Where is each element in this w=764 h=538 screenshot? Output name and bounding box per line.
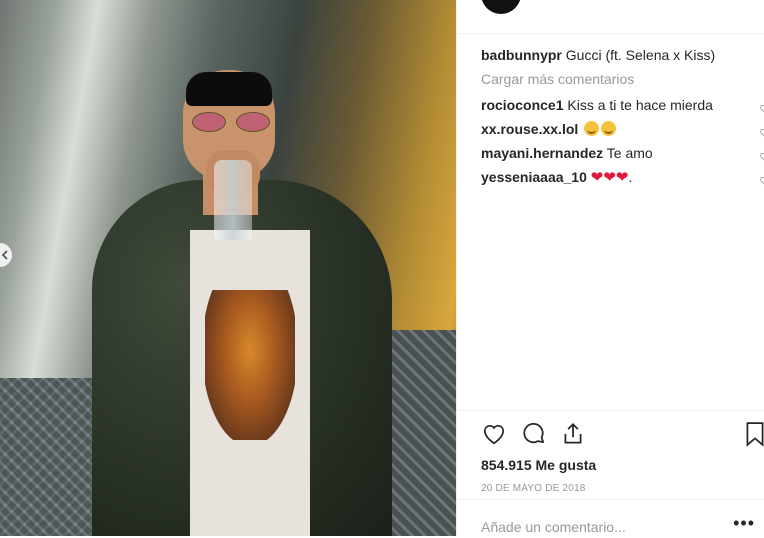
- like-comment-heart-icon[interactable]: [759, 123, 764, 141]
- post-side-panel: badbunnypr Gucci (ft. Selena x Kiss) Car…: [456, 0, 764, 536]
- post-date: 20 DE MAYO DE 2018: [481, 483, 586, 494]
- previous-arrow-icon[interactable]: [0, 243, 12, 267]
- share-icon[interactable]: [560, 421, 586, 452]
- post-header: [457, 0, 764, 34]
- comments-list: badbunnypr Gucci (ft. Selena x Kiss) Car…: [481, 46, 764, 192]
- comment-username[interactable]: yesseniaaaa_10: [481, 169, 587, 185]
- post-photo[interactable]: [0, 0, 456, 536]
- add-comment-input[interactable]: Añade un comentario...: [481, 519, 626, 535]
- comment-username[interactable]: xx.rouse.xx.lol: [481, 121, 578, 137]
- comment-text: Te amo: [606, 145, 653, 161]
- photo-bottle: [214, 160, 252, 240]
- photo-glasses: [192, 112, 270, 132]
- photo-shirt-print: [205, 290, 295, 440]
- bookmark-icon[interactable]: [744, 421, 764, 452]
- add-comment-bar: Añade un comentario... •••: [457, 499, 764, 538]
- more-options-icon[interactable]: •••: [733, 513, 755, 534]
- like-heart-icon[interactable]: [481, 421, 507, 452]
- like-comment-heart-icon[interactable]: [759, 99, 764, 117]
- caption-row: badbunnypr Gucci (ft. Selena x Kiss): [481, 46, 764, 70]
- like-comment-heart-icon[interactable]: [759, 147, 764, 165]
- photo-headband: [186, 72, 272, 106]
- action-icons: [481, 421, 764, 452]
- likes-count[interactable]: 854.915 Me gusta: [481, 457, 596, 473]
- load-more-comments[interactable]: Cargar más comentarios: [481, 70, 764, 96]
- avatar[interactable]: [481, 0, 521, 14]
- post-actions: 854.915 Me gusta 20 DE MAYO DE 2018 Añad…: [457, 410, 764, 537]
- comment-row: xx.rouse.xx.lol: [481, 120, 764, 144]
- comment-text: Kiss a ti te hace mierda: [567, 97, 713, 113]
- comment-bubble-icon[interactable]: [521, 421, 547, 452]
- comment-row: yesseniaaaa_10 ❤❤❤.: [481, 168, 764, 192]
- caption-username[interactable]: badbunnypr: [481, 47, 562, 63]
- comment-row: rocioconce1 Kiss a ti te hace mierda: [481, 96, 764, 120]
- like-comment-heart-icon[interactable]: [759, 171, 764, 189]
- caption-text: Gucci (ft. Selena x Kiss): [565, 47, 716, 63]
- smiling-face-emoji-icon: [601, 121, 617, 136]
- comment-username[interactable]: rocioconce1: [481, 97, 563, 113]
- smiling-face-emoji-icon: [584, 121, 600, 136]
- red-heart-emoji-icon: ❤❤❤: [590, 169, 629, 186]
- comment-text: .: [628, 169, 633, 185]
- comment-username[interactable]: mayani.hernandez: [481, 145, 603, 161]
- comment-row: mayani.hernandez Te amo: [481, 144, 764, 168]
